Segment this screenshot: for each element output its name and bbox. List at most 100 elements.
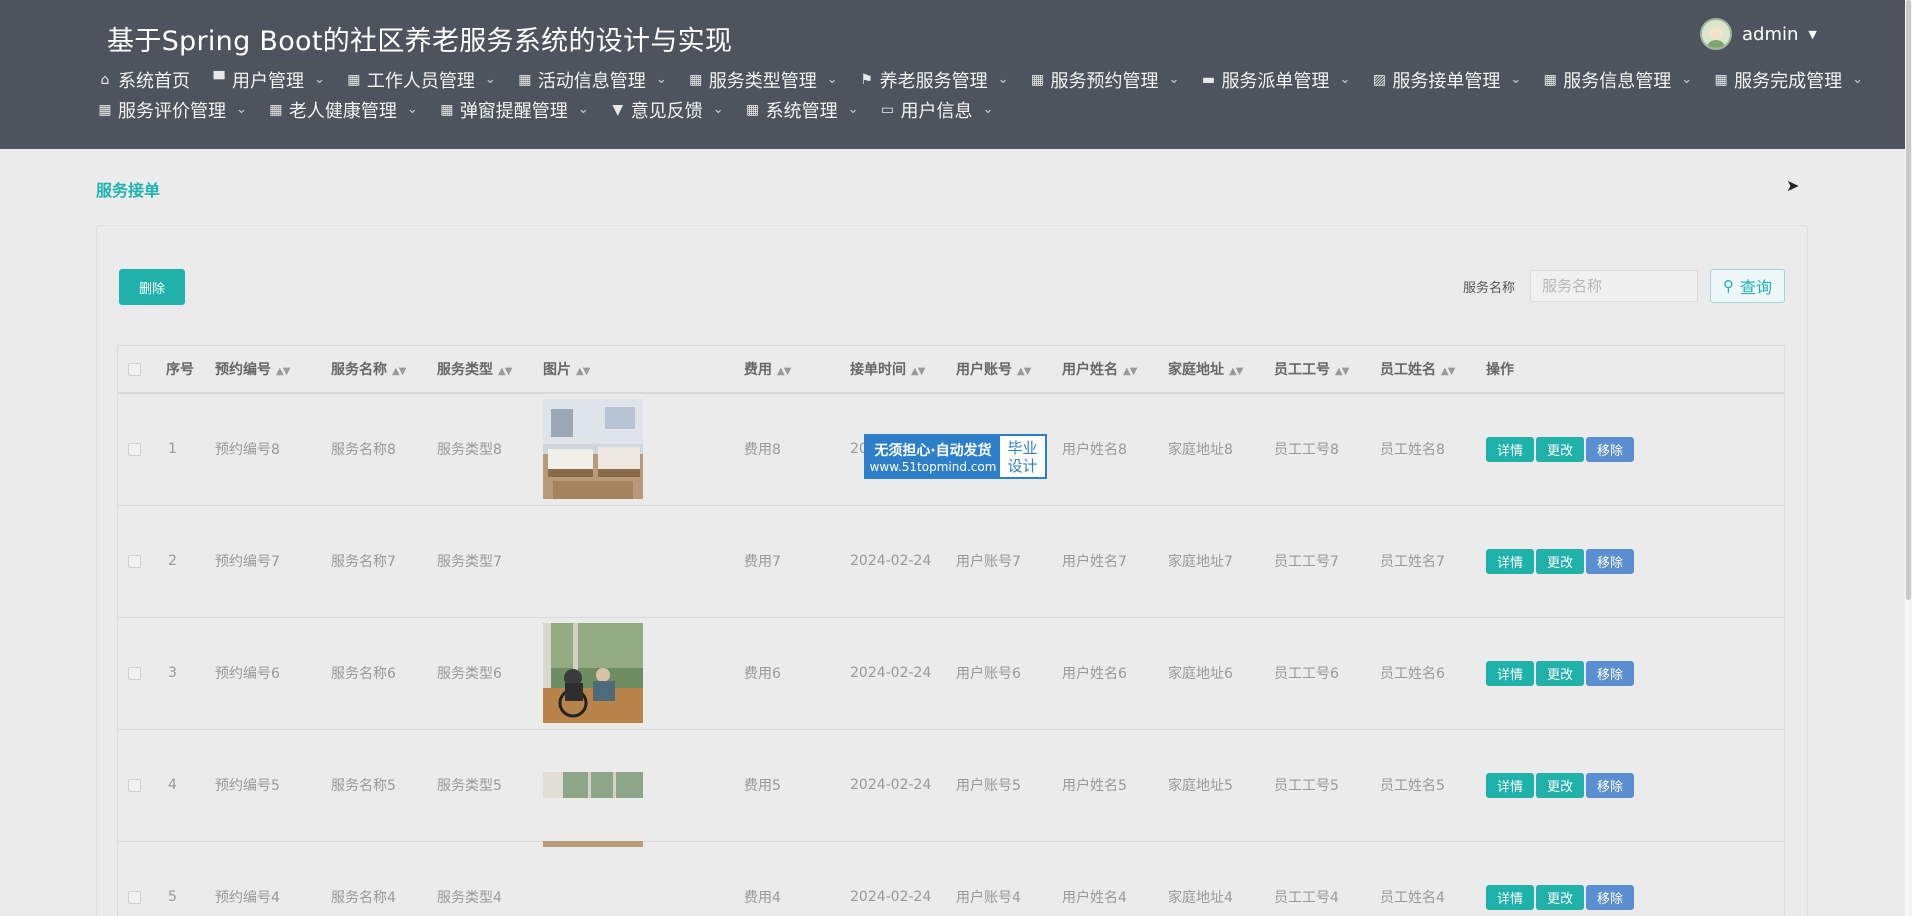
- image-cell: [543, 393, 744, 506]
- remove-button[interactable]: 移除: [1586, 548, 1635, 574]
- column-header-label: 用户姓名: [1062, 362, 1118, 378]
- detail-button[interactable]: 详情: [1486, 436, 1535, 462]
- sort-icon[interactable]: ▲▼: [392, 366, 406, 377]
- query-button[interactable]: ⚲ 查询: [1710, 269, 1785, 303]
- cell-code: 预约编号6: [215, 617, 331, 730]
- select-all-checkbox[interactable]: [128, 362, 141, 376]
- nav-item-12[interactable]: ▦ 老人健康管理 ⌄: [267, 98, 418, 122]
- row-checkbox[interactable]: [128, 666, 141, 680]
- cell-emp_name: 员工姓名6: [1380, 617, 1486, 730]
- row-checkbox[interactable]: [128, 778, 141, 792]
- nav-item-label: 弹窗提醒管理: [459, 100, 568, 122]
- column-header[interactable]: 用户账号 ▲▼: [956, 346, 1062, 394]
- row-checkbox[interactable]: [128, 442, 141, 456]
- nav-item-label: 老人健康管理: [288, 100, 397, 122]
- cell-emp_no: 员工工号6: [1274, 617, 1380, 730]
- cell-name: 用户姓名6: [1062, 617, 1168, 730]
- cell-service: 服务名称8: [331, 393, 437, 506]
- remove-button[interactable]: 移除: [1586, 660, 1635, 686]
- detail-button[interactable]: 详情: [1486, 772, 1535, 798]
- cell-time: 2024-02-24: [850, 505, 956, 618]
- search-input[interactable]: [1530, 270, 1698, 302]
- nav-item-0[interactable]: ⌂ 系统首页: [96, 68, 190, 92]
- cell-time: 2024-02-24: [850, 729, 956, 842]
- nav-item-8[interactable]: ▨ 服务接单管理 ⌄: [1370, 68, 1522, 92]
- mouse-cursor-icon: ➤: [1786, 176, 1800, 195]
- caret-down-icon: ▼: [1808, 27, 1817, 41]
- detail-button[interactable]: 详情: [1486, 660, 1535, 686]
- nav-item-13[interactable]: ▦ 弹窗提醒管理 ⌄: [438, 98, 589, 122]
- row-checkbox[interactable]: [128, 890, 141, 904]
- cell-service: 服务名称5: [331, 729, 437, 842]
- query-label: 查询: [1739, 278, 1772, 297]
- column-header[interactable]: 图片 ▲▼: [543, 346, 744, 394]
- remove-button[interactable]: 移除: [1586, 884, 1635, 910]
- nav-item-11[interactable]: ▦ 服务评价管理 ⌄: [96, 98, 247, 122]
- username: admin: [1742, 23, 1799, 45]
- sort-icon[interactable]: ▲▼: [576, 366, 590, 377]
- cell-emp_no: 员工工号7: [1274, 505, 1380, 618]
- nav-item-5[interactable]: ⚑ 养老服务管理 ⌄: [858, 68, 1008, 92]
- column-header[interactable]: 家庭地址 ▲▼: [1168, 346, 1274, 394]
- edit-button[interactable]: 更改: [1536, 772, 1585, 798]
- edit-button[interactable]: 更改: [1536, 548, 1585, 574]
- delete-button[interactable]: 删除: [119, 269, 185, 305]
- cell-emp_name: 员工姓名7: [1380, 505, 1486, 618]
- cell-emp_name: 员工姓名8: [1380, 393, 1486, 506]
- nav-item-6[interactable]: ▦ 服务预约管理 ⌄: [1029, 68, 1180, 92]
- chevron-down-icon: ⌄: [712, 102, 724, 117]
- sort-icon[interactable]: ▲▼: [1441, 366, 1455, 377]
- detail-button[interactable]: 详情: [1486, 548, 1535, 574]
- sort-icon[interactable]: ▲▼: [1123, 366, 1137, 377]
- remove-button[interactable]: 移除: [1586, 436, 1635, 462]
- cell-no: 4: [166, 729, 215, 842]
- room-photo-partial: [543, 841, 643, 847]
- edit-button[interactable]: 更改: [1536, 436, 1585, 462]
- column-header-label: 员工姓名: [1380, 362, 1436, 378]
- nav-item-16[interactable]: ▭ 用户信息 ⌄: [879, 98, 994, 122]
- sort-icon[interactable]: ▲▼: [1017, 366, 1031, 377]
- column-header[interactable]: 用户姓名 ▲▼: [1062, 346, 1168, 394]
- sort-icon[interactable]: ▲▼: [1335, 366, 1349, 377]
- row-checkbox[interactable]: [128, 554, 141, 568]
- column-header[interactable]: 员工工号 ▲▼: [1274, 346, 1380, 394]
- nav-item-1[interactable]: ▀ 用户管理 ⌄: [210, 68, 325, 92]
- nav-item-7[interactable]: ▬ 服务派单管理 ⌄: [1199, 68, 1351, 92]
- cell-fee: 费用8: [744, 393, 850, 506]
- nav-item-3[interactable]: ▦ 活动信息管理 ⌄: [516, 68, 667, 92]
- detail-button[interactable]: 详情: [1486, 884, 1535, 910]
- nav-item-9[interactable]: ▦ 服务信息管理 ⌄: [1541, 68, 1693, 92]
- scrollbar-thumb[interactable]: [1906, 0, 1911, 600]
- edit-button[interactable]: 更改: [1536, 660, 1585, 686]
- column-header[interactable]: 员工姓名 ▲▼: [1380, 346, 1486, 394]
- select-all-cell: [118, 346, 166, 394]
- user-menu[interactable]: admin ▼: [1700, 18, 1817, 50]
- cell-code: 预约编号4: [215, 841, 331, 916]
- row-select-cell: [118, 841, 166, 916]
- nav-item-label: 服务接单管理: [1392, 70, 1501, 92]
- column-header[interactable]: 接单时间 ▲▼: [850, 346, 956, 394]
- column-header[interactable]: 服务类型 ▲▼: [437, 346, 543, 394]
- edit-button[interactable]: 更改: [1536, 884, 1585, 910]
- nav-item-10[interactable]: ▦ 服务完成管理 ⌄: [1712, 68, 1864, 92]
- sort-icon[interactable]: ▲▼: [276, 366, 290, 377]
- nav-item-15[interactable]: ▦ 系统管理 ⌄: [744, 98, 859, 122]
- nav-item-label: 服务派单管理: [1221, 70, 1330, 92]
- nav-item-14[interactable]: ▼ 意见反馈 ⌄: [609, 98, 724, 122]
- column-header-label: 费用: [744, 362, 772, 378]
- remove-button[interactable]: 移除: [1586, 772, 1635, 798]
- sort-icon[interactable]: ▲▼: [911, 366, 925, 377]
- column-header-label: 序号: [166, 362, 194, 378]
- column-header[interactable]: 费用 ▲▼: [744, 346, 850, 394]
- cell-account: 用户账号7: [956, 505, 1062, 618]
- chevron-down-icon: ⌄: [1510, 72, 1522, 87]
- column-header[interactable]: 预约编号 ▲▼: [215, 346, 331, 394]
- sort-icon[interactable]: ▲▼: [1229, 366, 1243, 377]
- sort-icon[interactable]: ▲▼: [498, 366, 512, 377]
- nav-item-4[interactable]: ▦ 服务类型管理 ⌄: [687, 68, 838, 92]
- column-header[interactable]: 服务名称 ▲▼: [331, 346, 437, 394]
- sort-icon[interactable]: ▲▼: [777, 366, 791, 377]
- chevron-down-icon: ⌄: [982, 102, 994, 117]
- cell-address: 家庭地址7: [1168, 505, 1274, 618]
- nav-item-2[interactable]: ▦ 工作人员管理 ⌄: [345, 68, 496, 92]
